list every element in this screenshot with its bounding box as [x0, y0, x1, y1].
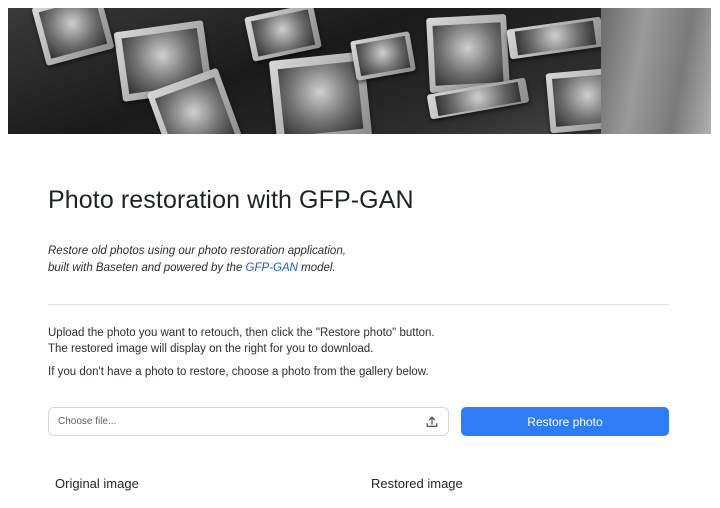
- intro-line-2-start: built with Baseten and powered by the: [48, 262, 246, 274]
- photo-frame: [506, 16, 605, 60]
- restored-image-label: Restored image: [371, 476, 463, 491]
- photo-frame: [426, 13, 510, 94]
- instructions-line-2: The restored image will display on the r…: [48, 343, 374, 355]
- table-surface: [601, 8, 711, 134]
- intro-line-2-end: model.: [297, 262, 336, 274]
- file-input-placeholder: Choose file...: [58, 416, 117, 427]
- photo-frame: [244, 8, 322, 62]
- intro-line-1: Restore old photos using our photo resto…: [48, 245, 346, 257]
- page-title: Photo restoration with GFP-GAN: [48, 186, 414, 214]
- gfpgan-link[interactable]: GFP-GAN: [246, 262, 298, 274]
- instructions-text: Upload the photo you want to retouch, th…: [48, 325, 568, 357]
- photo-frame: [31, 8, 115, 67]
- photo-frame: [349, 31, 417, 81]
- intro-text: Restore old photos using our photo resto…: [48, 243, 448, 277]
- gallery-note: If you don't have a photo to restore, ch…: [48, 366, 429, 378]
- section-divider: [48, 304, 669, 305]
- upload-icon[interactable]: [425, 415, 439, 429]
- hero-banner-image: [8, 8, 711, 134]
- file-input[interactable]: Choose file...: [48, 407, 449, 436]
- instructions-line-1: Upload the photo you want to retouch, th…: [48, 327, 435, 339]
- restore-photo-button[interactable]: Restore photo: [461, 407, 669, 436]
- original-image-label: Original image: [55, 476, 139, 491]
